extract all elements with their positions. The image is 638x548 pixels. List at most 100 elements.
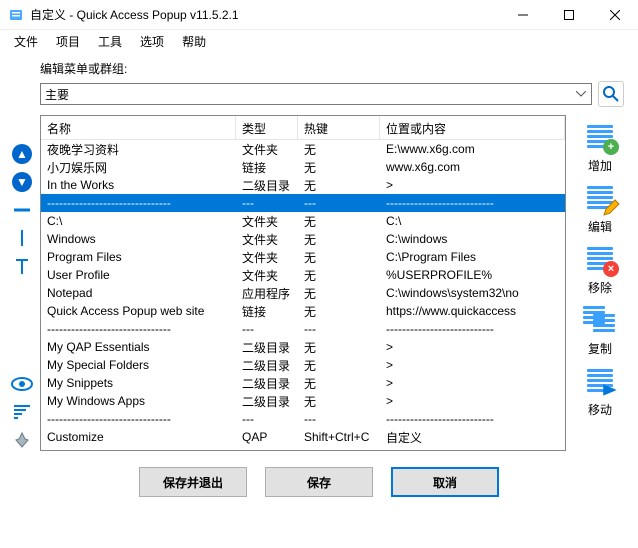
col-location[interactable]: 位置或内容 [380, 116, 565, 139]
cell-loc: %USERPROFILE% [380, 268, 565, 282]
add-button[interactable]: + 增加 [581, 121, 619, 174]
cell-loc: --------------------------- [380, 448, 565, 450]
table-row[interactable]: ----------------------------------------… [41, 320, 565, 338]
menu-file[interactable]: 文件 [6, 31, 46, 52]
cell-name: User Profile [41, 268, 236, 282]
col-hotkey[interactable]: 热键 [298, 116, 380, 139]
cell-type: 链接 [236, 159, 298, 176]
cell-name: My Windows Apps [41, 394, 236, 408]
cell-type: 文件夹 [236, 231, 298, 248]
table-row[interactable]: ----------------------------------------… [41, 194, 565, 212]
cell-loc: > [380, 376, 565, 390]
cell-name: In the Works [41, 178, 236, 192]
table-row[interactable]: Quick Access Popup web site链接无https://ww… [41, 302, 565, 320]
move-button[interactable]: 移动 [581, 365, 619, 418]
cell-hotkey: --- [298, 322, 380, 336]
menu-tools[interactable]: 工具 [90, 31, 130, 52]
menu-group-combo[interactable]: 主要 [40, 83, 592, 105]
table-row[interactable]: CustomizeQAPShift+Ctrl+C自定义 [41, 428, 565, 446]
list-body[interactable]: 夜晚学习资料文件夹无E:\www.x6g.com小刀娱乐网链接无www.x6g.… [41, 140, 565, 450]
cell-type: 应用程序 [236, 285, 298, 302]
add-icon: + [581, 121, 619, 155]
preview-button[interactable] [11, 373, 33, 395]
table-row[interactable]: In the Works二级目录无> [41, 176, 565, 194]
remove-label: 移除 [588, 279, 612, 296]
cell-name: My Snippets [41, 376, 236, 390]
menu-help[interactable]: 帮助 [174, 31, 214, 52]
window-title: 自定义 - Quick Access Popup v11.5.2.1 [30, 6, 500, 23]
right-toolbar: + 增加 编辑 × 移除 复制 [572, 115, 628, 451]
cell-type: 链接 [236, 303, 298, 320]
cell-hotkey: 无 [298, 375, 380, 392]
col-type[interactable]: 类型 [236, 116, 298, 139]
table-row[interactable]: My Snippets二级目录无> [41, 374, 565, 392]
menu-options[interactable]: 选项 [132, 31, 172, 52]
edit-label: 编辑 [588, 218, 612, 235]
table-row[interactable]: Notepad应用程序无C:\windows\system32\no [41, 284, 565, 302]
maximize-button[interactable] [546, 0, 592, 30]
table-row[interactable]: Program Files文件夹无C:\Program Files [41, 248, 565, 266]
cell-name: ------------------------------- [41, 412, 236, 426]
favorites-list[interactable]: 名称 类型 热键 位置或内容 夜晚学习资料文件夹无E:\www.x6g.com小… [40, 115, 566, 451]
search-icon [601, 84, 621, 104]
cell-hotkey: --- [298, 412, 380, 426]
app-icon [8, 7, 24, 23]
col-name[interactable]: 名称 [41, 116, 236, 139]
separator-horizontal-button[interactable] [11, 199, 33, 221]
edit-button[interactable]: 编辑 [581, 182, 619, 235]
cell-hotkey: --- [298, 196, 380, 210]
table-row[interactable]: User Profile文件夹无%USERPROFILE% [41, 266, 565, 284]
save-button[interactable]: 保存 [265, 467, 373, 497]
cell-type: 二级目录 [236, 357, 298, 374]
cell-loc: E:\www.x6g.com [380, 142, 565, 156]
pin-button[interactable] [11, 429, 33, 451]
combo-label: 编辑菜单或群组: [40, 60, 624, 77]
save-exit-button[interactable]: 保存并退出 [139, 467, 247, 497]
cell-loc: --------------------------- [380, 412, 565, 426]
table-row[interactable]: 夜晚学习资料文件夹无E:\www.x6g.com [41, 140, 565, 158]
table-row[interactable]: My Special Folders二级目录无> [41, 356, 565, 374]
move-up-button[interactable]: ▲ [11, 143, 33, 165]
move-down-button[interactable]: ▼ [11, 171, 33, 193]
cell-loc: 自定义 [380, 429, 565, 446]
cell-type: --- [236, 196, 298, 210]
cell-hotkey: 无 [298, 177, 380, 194]
cell-name: 小刀娱乐网 [41, 159, 236, 176]
cell-hotkey: 无 [298, 141, 380, 158]
combo-value: 主要 [45, 86, 69, 103]
cell-type: --- [236, 412, 298, 426]
table-row[interactable]: ----------------------------------------… [41, 410, 565, 428]
cell-type: 文件夹 [236, 267, 298, 284]
menubar: 文件 项目 工具 选项 帮助 [0, 30, 638, 52]
minimize-button[interactable] [500, 0, 546, 30]
cell-type: 文件夹 [236, 213, 298, 230]
table-row[interactable]: My QAP Essentials二级目录无> [41, 338, 565, 356]
close-button[interactable] [592, 0, 638, 30]
cell-name: ------------------------------- [41, 448, 236, 450]
chevron-down-icon [573, 86, 589, 102]
table-row[interactable]: My Windows Apps二级目录无> [41, 392, 565, 410]
cell-name: ------------------------------- [41, 322, 236, 336]
table-row[interactable]: ----------------------------------------… [41, 446, 565, 450]
menu-project[interactable]: 项目 [48, 31, 88, 52]
cell-loc: > [380, 178, 565, 192]
cancel-button[interactable]: 取消 [391, 467, 499, 497]
table-row[interactable]: C:\文件夹无C:\ [41, 212, 565, 230]
cell-hotkey: 无 [298, 357, 380, 374]
move-icon [581, 365, 619, 399]
cell-hotkey: 无 [298, 393, 380, 410]
cell-name: My QAP Essentials [41, 340, 236, 354]
cell-loc: C:\windows [380, 232, 565, 246]
table-row[interactable]: 小刀娱乐网链接无www.x6g.com [41, 158, 565, 176]
table-row[interactable]: Windows文件夹无C:\windows [41, 230, 565, 248]
cell-loc: --------------------------- [380, 322, 565, 336]
remove-button[interactable]: × 移除 [581, 243, 619, 296]
cell-hotkey: 无 [298, 285, 380, 302]
text-button[interactable] [11, 255, 33, 277]
cell-hotkey: 无 [298, 303, 380, 320]
separator-vertical-button[interactable] [11, 227, 33, 249]
search-button[interactable] [598, 81, 624, 107]
sort-button[interactable] [11, 401, 33, 423]
bottom-buttons: 保存并退出 保存 取消 [0, 459, 638, 511]
copy-button[interactable]: 复制 [581, 304, 619, 357]
